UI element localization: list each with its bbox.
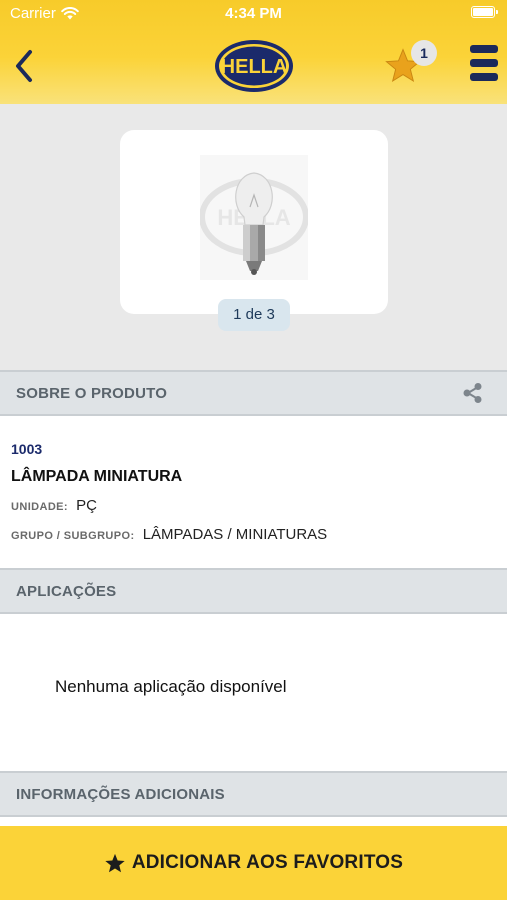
product-details: 1003 LÂMPADA MINIATURA UNIDADE: PÇ GRUPO… — [0, 416, 507, 568]
back-button[interactable] — [10, 46, 40, 86]
add-to-favorites-label: ADICIONAR AOS FAVORITOS — [131, 852, 404, 873]
star-icon — [105, 853, 125, 872]
section-title: SOBRE O PRODUTO — [16, 385, 168, 402]
menu-bar-icon — [470, 73, 498, 81]
logo-text: HELLA — [221, 56, 288, 78]
favorites-button[interactable]: 1 — [384, 40, 442, 90]
menu-bar-icon — [470, 59, 498, 67]
add-to-favorites-button[interactable]: ADICIONAR AOS FAVORITOS — [0, 826, 507, 900]
applications-content: Nenhuma aplicação disponível — [0, 614, 507, 772]
product-gallery: HELLA 1 de 3 — [0, 104, 507, 370]
no-applications-text: Nenhuma aplicação disponível — [55, 677, 287, 696]
product-image: HELLA — [200, 155, 308, 280]
group-label: GRUPO / SUBGRUPO: — [11, 530, 135, 542]
status-time: 4:34 PM — [225, 5, 282, 22]
status-bar: Carrier 4:34 PM — [0, 0, 507, 28]
section-additional-info-header[interactable]: INFORMAÇÕES ADICIONAIS — [0, 771, 507, 817]
section-applications-header: APLICAÇÕES — [0, 568, 507, 614]
battery-icon — [471, 6, 498, 18]
share-icon — [463, 383, 482, 403]
group-row: GRUPO / SUBGRUPO: LÂMPADAS / MINIATURAS — [11, 526, 327, 543]
section-title: INFORMAÇÕES ADICIONAIS — [16, 786, 225, 803]
group-value: LÂMPADAS / MINIATURAS — [142, 526, 328, 543]
unit-value: PÇ — [76, 497, 97, 514]
menu-button[interactable] — [470, 45, 500, 87]
hella-logo: HELLA — [213, 38, 295, 94]
share-button[interactable] — [461, 381, 485, 405]
section-title: APLICAÇÕES — [16, 583, 117, 600]
chevron-left-icon — [16, 50, 32, 82]
image-counter: 1 de 3 — [218, 299, 290, 331]
app-header: Carrier 4:34 PM HELLA 1 — [0, 0, 507, 104]
menu-bar-icon — [470, 45, 498, 53]
unit-label: UNIDADE: — [11, 501, 68, 513]
product-image-card[interactable]: HELLA — [120, 130, 388, 314]
product-code: 1003 — [11, 441, 43, 457]
unit-row: UNIDADE: PÇ — [11, 497, 97, 514]
section-about-header: SOBRE O PRODUTO — [0, 370, 507, 416]
product-name: LÂMPADA MINIATURA — [11, 468, 183, 485]
favorites-count-badge: 1 — [411, 40, 437, 66]
